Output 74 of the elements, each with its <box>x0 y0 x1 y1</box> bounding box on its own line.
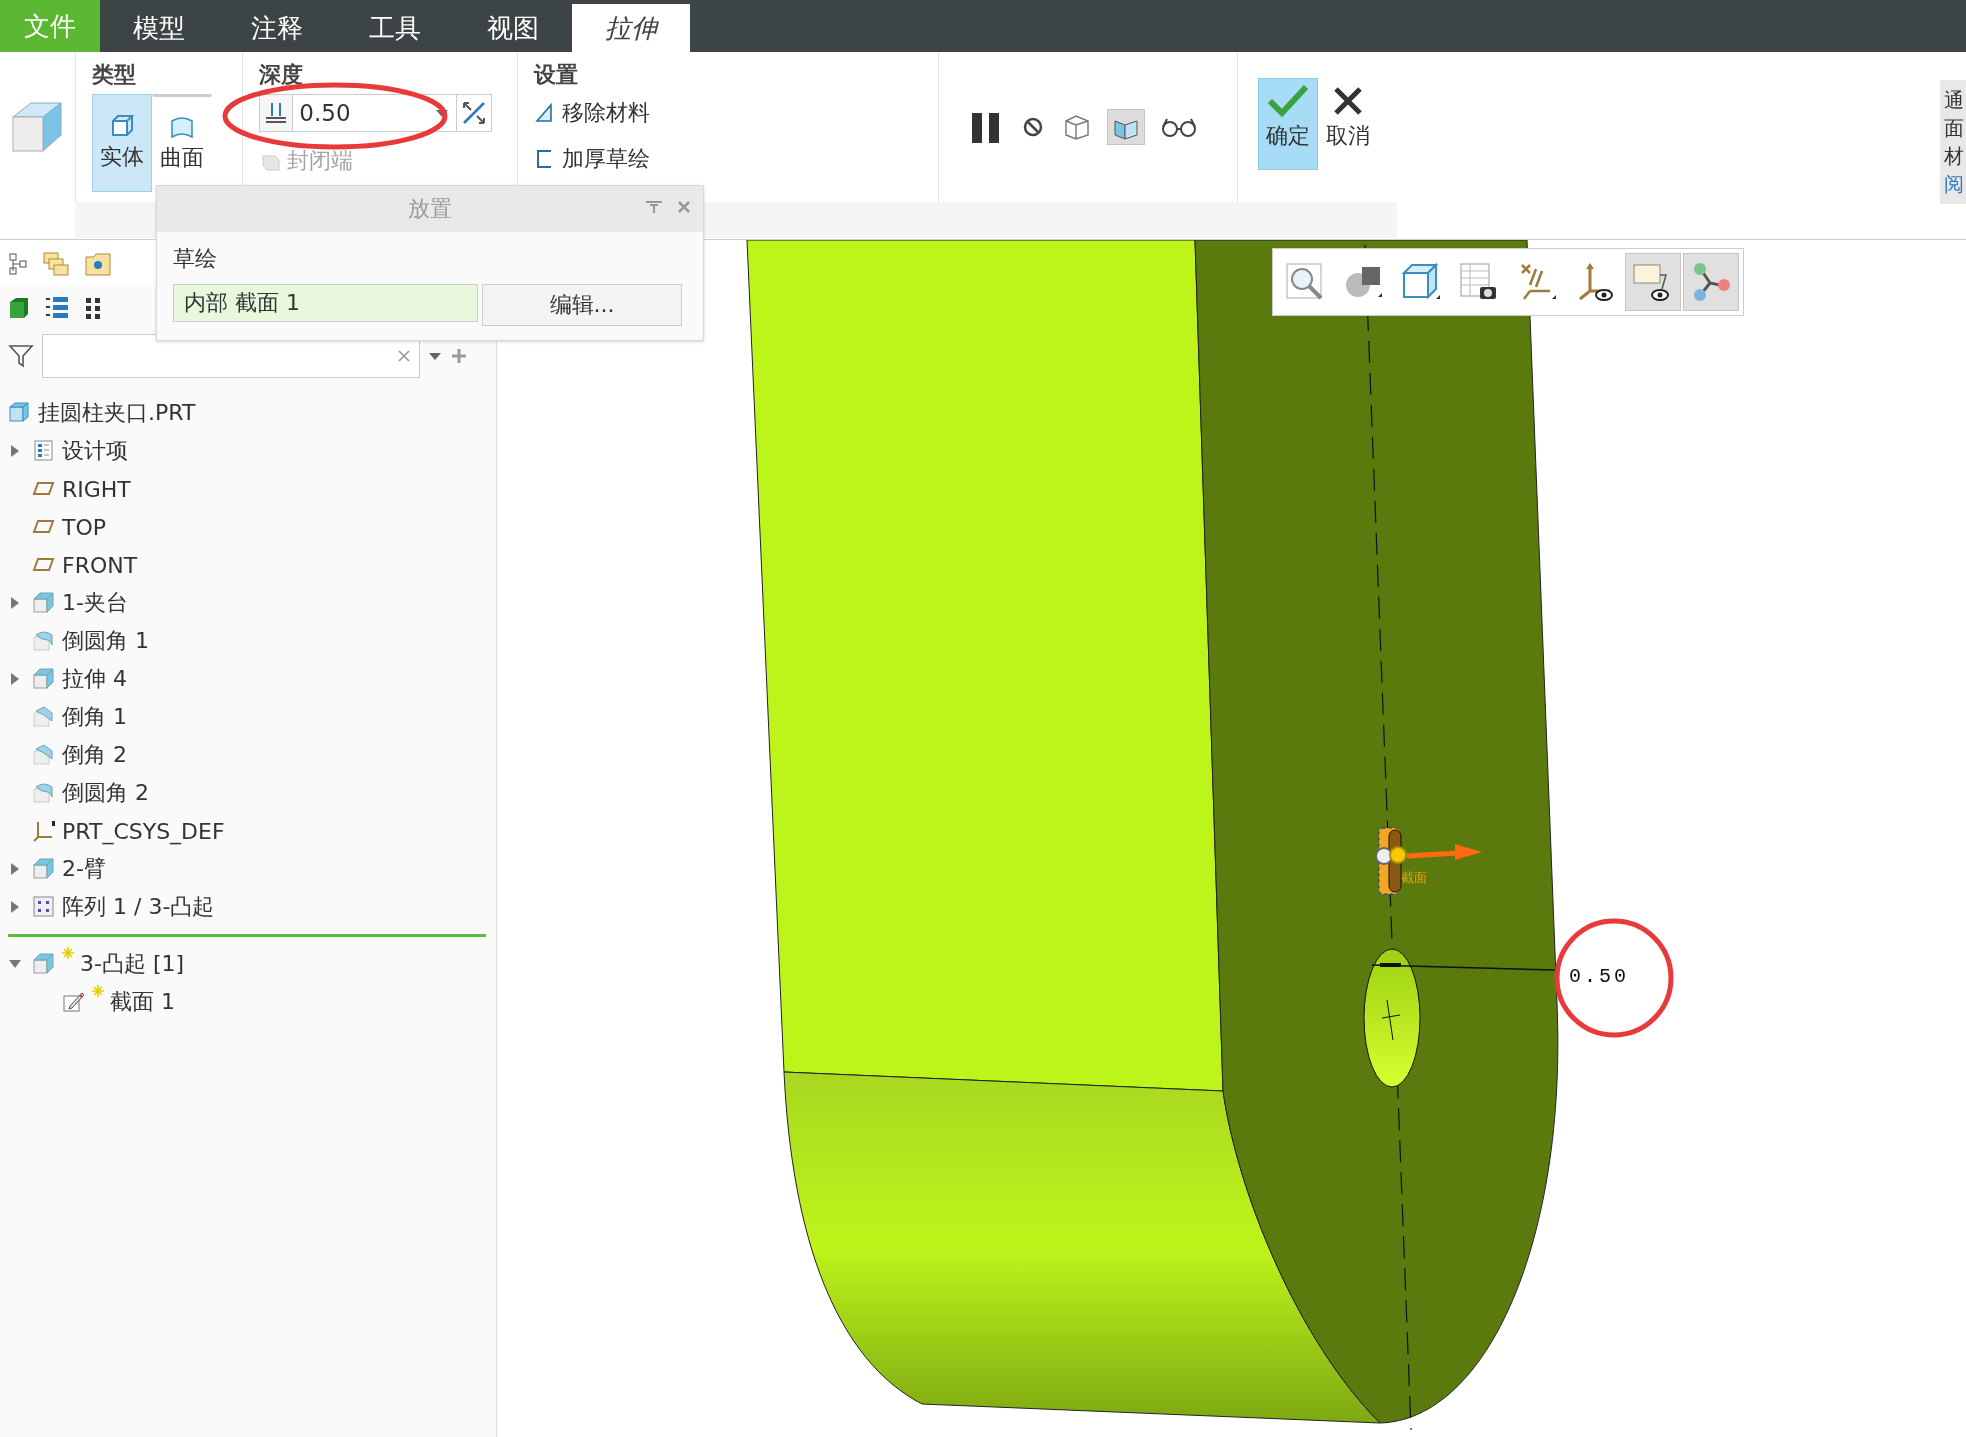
tree-item-label[interactable]: 倒圆角 1 <box>62 626 149 656</box>
tree-item-label[interactable]: TOP <box>62 514 107 540</box>
flip-arrow-icon <box>460 100 487 126</box>
side-note-text: 通 <box>1944 87 1965 114</box>
side-note-text: 面 <box>1944 115 1965 142</box>
extrude-feature-icon <box>32 952 56 976</box>
ribbon-tab[interactable]: 注释 <box>218 4 336 52</box>
view-tool-button[interactable] <box>1625 253 1681 311</box>
insert-marker-line[interactable] <box>8 934 486 937</box>
blind-depth-icon <box>263 100 289 126</box>
tree-structure-icon[interactable] <box>8 252 28 276</box>
design-items-icon <box>32 439 56 463</box>
round-feature-icon <box>32 629 56 653</box>
tree-item-label[interactable]: RIGHT <box>62 476 131 502</box>
section-label: 截面 <box>1401 870 1427 885</box>
remove-material-icon <box>534 102 555 124</box>
tree-item-label[interactable]: 3-凸起 [1] <box>80 949 185 979</box>
direction-arrow-icon <box>1406 844 1482 860</box>
group-title: 类型 <box>91 61 137 86</box>
tree-item-label[interactable]: PRT_CSYS_DEF <box>62 818 225 844</box>
section-heading: 草绘 <box>173 245 217 273</box>
sketch-pencil-icon <box>62 990 86 1014</box>
group-title: 设置 <box>534 61 580 86</box>
filter-icon[interactable] <box>8 343 34 369</box>
tree-item-label[interactable]: 设计项 <box>62 436 128 466</box>
part-cube-icon <box>8 401 32 425</box>
list-view-icon[interactable] <box>44 295 70 321</box>
edit-button[interactable]: 编辑... <box>482 284 682 326</box>
tree-item-label[interactable]: 挂圆柱夹口.PRT <box>38 398 196 428</box>
tree-item-label[interactable]: 拉伸 4 <box>62 664 127 694</box>
dimension-value: 0.50 <box>1569 965 1629 988</box>
checkmark-icon <box>1265 83 1310 119</box>
tree-item-label[interactable]: 倒角 1 <box>62 702 127 732</box>
depth-option-button[interactable] <box>259 95 294 131</box>
pattern-grid-icon <box>32 895 56 919</box>
ribbon-tab[interactable]: 视图 <box>454 4 572 52</box>
side-note-text: 材 <box>1944 143 1965 170</box>
extrude-feature-icon <box>32 667 56 691</box>
round-feature-icon <box>32 781 56 805</box>
layers-icon[interactable] <box>42 251 70 277</box>
tree-item-label[interactable]: 1-夹台 <box>62 588 128 618</box>
folder-icon[interactable] <box>84 251 112 277</box>
chamfer-feature-icon <box>32 705 56 729</box>
chamfer-feature-icon <box>32 743 56 767</box>
surface-sheet-icon <box>168 115 195 139</box>
solid-cube-icon[interactable] <box>8 296 30 320</box>
plus-icon[interactable] <box>450 347 468 365</box>
side-note-link[interactable]: 阅 <box>1944 170 1966 198</box>
ribbon-tab[interactable]: 模型 <box>100 4 218 52</box>
extrude-feature-icon <box>32 591 56 615</box>
cancel-button[interactable]: 取消 <box>1317 78 1378 170</box>
sketch-field[interactable]: 内部 截面 1 <box>173 284 478 322</box>
pin-icon[interactable] <box>645 200 663 214</box>
ribbon-tab[interactable]: 工具 <box>336 4 454 52</box>
confirm-button[interactable]: 确定 <box>1257 78 1318 170</box>
drag-handle-icon <box>1375 846 1407 865</box>
ribbon-tab[interactable]: 拉伸 <box>572 4 690 52</box>
setting-option-button[interactable]: 移除材料 <box>534 94 924 132</box>
no-sign-icon <box>1021 116 1044 138</box>
clear-icon[interactable] <box>397 349 411 363</box>
tree-item-label[interactable]: 倒圆角 2 <box>62 778 149 808</box>
coordinate-system-icon <box>32 819 56 843</box>
close-icon[interactable] <box>677 200 691 214</box>
tree-item-label[interactable]: 2-臂 <box>62 854 106 884</box>
depth-control[interactable]: 0.50 <box>258 94 492 132</box>
extrude-feature-icon <box>32 857 56 881</box>
type-option-button[interactable]: 实体 <box>91 94 152 192</box>
tree-item-label[interactable]: 倒角 2 <box>62 740 127 770</box>
tree-item-label[interactable]: 截面 1 <box>110 987 175 1017</box>
panel-title: 放置 <box>408 195 452 223</box>
tree-item-label[interactable]: FRONT <box>62 552 138 578</box>
setting-option-button[interactable]: 加厚草绘 <box>534 140 924 178</box>
tree-item-label[interactable]: 阵列 1 / 3-凸起 <box>62 892 215 922</box>
group-title: 深度 <box>258 61 304 86</box>
